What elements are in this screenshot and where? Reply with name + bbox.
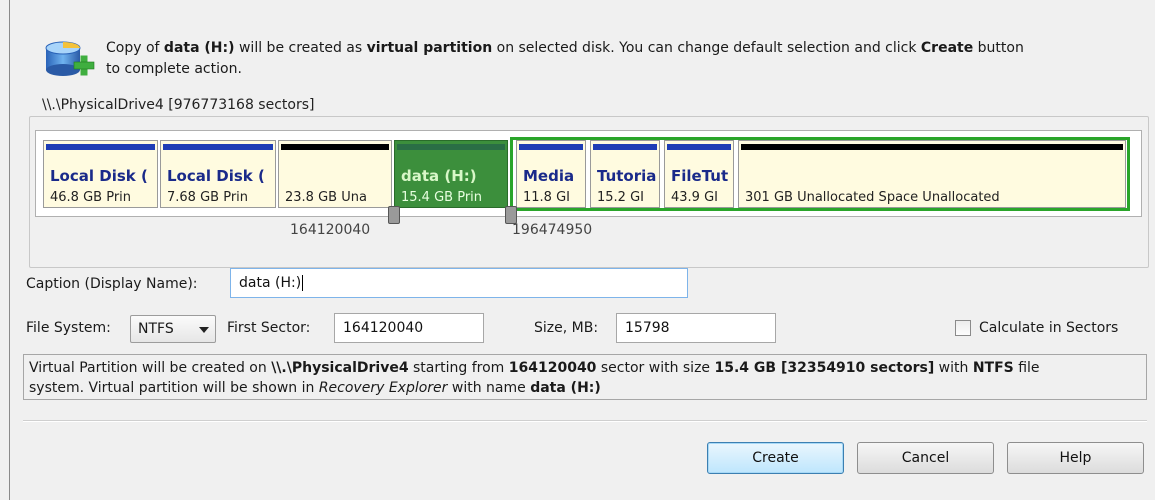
- partition-bar: [397, 144, 505, 150]
- header-target-type: virtual partition: [366, 40, 493, 56]
- file-system-value: NTFS: [138, 321, 174, 337]
- info-text: sector with size: [596, 360, 715, 376]
- partition-title: data (H:): [401, 167, 477, 185]
- header-message: Copy of data (H:) will be created as vir…: [106, 38, 1151, 80]
- partition-local-disk-2[interactable]: Local Disk ( 7.68 GB Prin: [160, 140, 276, 208]
- start-sector-label: 164120040: [290, 222, 371, 238]
- text-cursor: [302, 275, 304, 291]
- divider: [23, 420, 1147, 422]
- header-text-3: on selected disk. You can change default…: [492, 40, 921, 56]
- header-source-name: data (H:): [163, 40, 235, 56]
- partition-size: 23.8 GB Una: [285, 190, 367, 205]
- info-sector: 164120040: [508, 360, 597, 376]
- first-sector-label: First Sector:: [227, 320, 311, 336]
- partition-bar: [281, 144, 389, 150]
- partition-title: Local Disk (: [167, 167, 265, 185]
- header-text-4: button: [973, 40, 1024, 56]
- header-text-1: Copy of: [106, 40, 164, 56]
- info-explorer: Recovery Explorer: [318, 380, 448, 396]
- partition-local-disk-1[interactable]: Local Disk ( 46.8 GB Prin: [43, 140, 158, 208]
- info-panel: Virtual Partition will be created on \\.…: [23, 354, 1147, 400]
- help-button[interactable]: Help: [1007, 442, 1144, 474]
- partition-bar: [163, 144, 273, 150]
- header-text-2: will be created as: [234, 40, 367, 56]
- caption-label: Caption (Display Name):: [26, 276, 198, 292]
- caption-input[interactable]: data (H:): [230, 268, 688, 298]
- partition-size: 46.8 GB Prin: [50, 190, 132, 205]
- file-system-select[interactable]: NTFS: [130, 315, 216, 343]
- size-label: Size, MB:: [534, 320, 599, 336]
- info-size: 15.4 GB [32354910 sectors]: [714, 360, 935, 376]
- info-text: with: [934, 360, 973, 376]
- virtual-partition-highlight: [510, 137, 1130, 211]
- info-drive: \\.\PhysicalDrive4: [271, 360, 409, 376]
- size-input[interactable]: 15798: [616, 313, 776, 343]
- partition-unallocated-1[interactable]: 23.8 GB Una: [278, 140, 392, 208]
- header-text-5: to complete action.: [106, 61, 242, 77]
- info-text: system. Virtual partition will be shown …: [29, 380, 319, 396]
- info-text: Virtual Partition will be created on: [29, 360, 272, 376]
- create-button[interactable]: Create: [707, 442, 844, 474]
- disk-title: \\.\PhysicalDrive4 [976773168 sectors]: [39, 97, 318, 113]
- start-sector-handle[interactable]: [388, 206, 400, 224]
- calculate-in-sectors-label[interactable]: Calculate in Sectors: [979, 320, 1118, 336]
- cancel-button[interactable]: Cancel: [857, 442, 994, 474]
- info-fs: NTFS: [972, 360, 1014, 376]
- info-text: starting from: [408, 360, 509, 376]
- partition-bar: [46, 144, 155, 150]
- end-sector-label: 196474950: [512, 222, 593, 238]
- caption-value: data (H:): [239, 275, 302, 291]
- first-sector-input[interactable]: 164120040: [334, 313, 484, 343]
- calculate-in-sectors-checkbox[interactable]: [955, 320, 971, 336]
- partition-title: Local Disk (: [50, 167, 148, 185]
- info-text: with name: [447, 380, 531, 396]
- info-name: data (H:): [530, 380, 601, 396]
- chevron-down-icon: [199, 327, 209, 333]
- partition-data-selected[interactable]: data (H:) 15.4 GB Prin: [394, 140, 508, 208]
- info-text: file: [1013, 360, 1040, 376]
- partition-size: 15.4 GB Prin: [401, 190, 483, 205]
- file-system-label: File System:: [26, 320, 111, 336]
- header-action-name: Create: [920, 40, 974, 56]
- partition-size: 7.68 GB Prin: [167, 190, 249, 205]
- add-virtual-partition-icon: [44, 38, 96, 82]
